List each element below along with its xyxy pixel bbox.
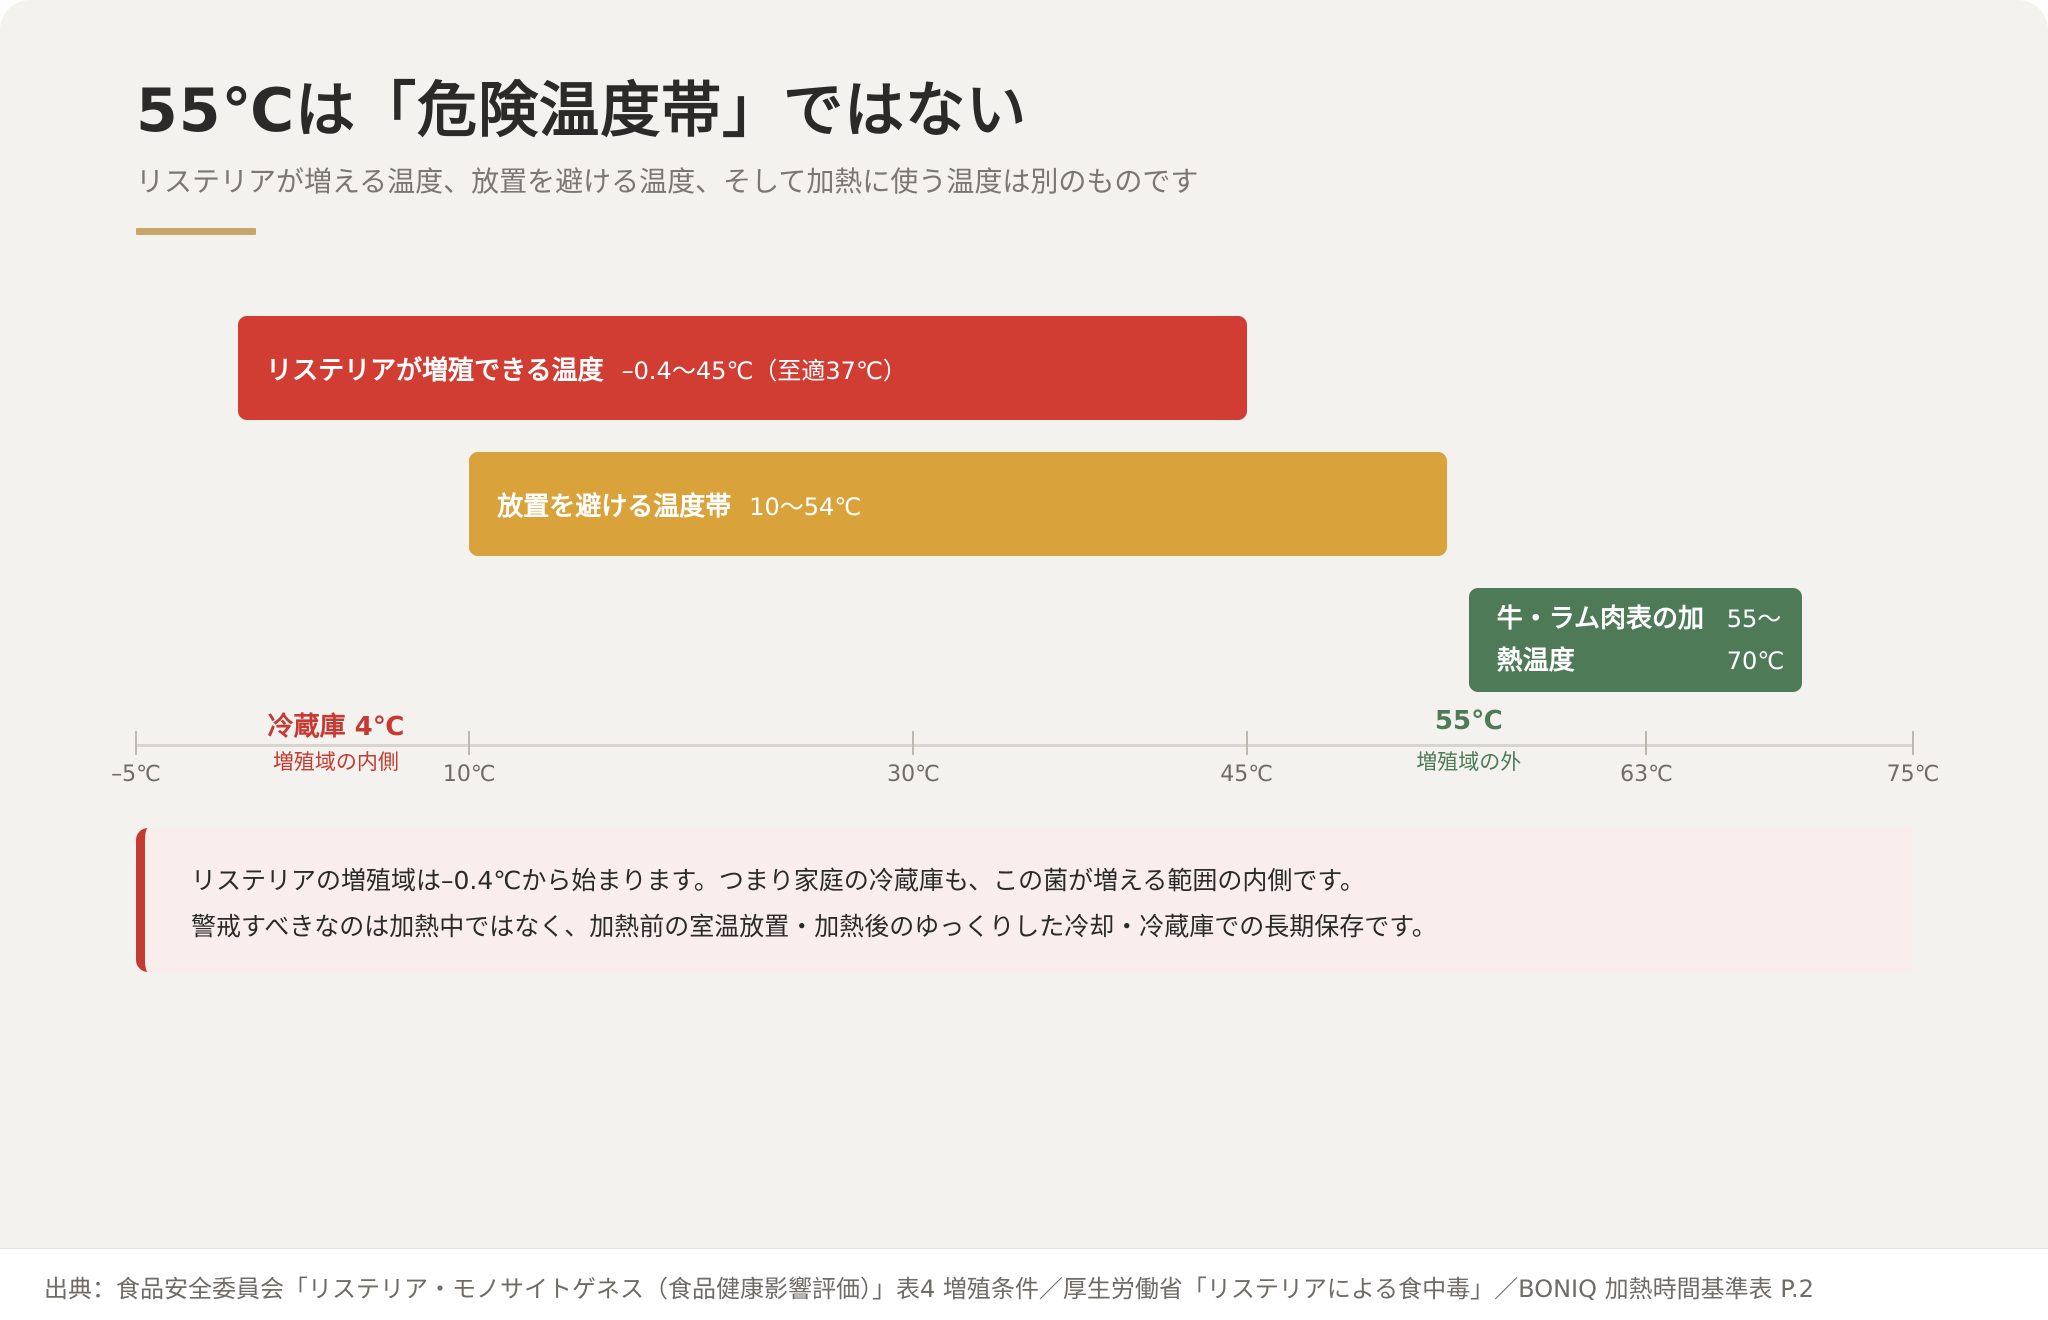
axis-tick [1645,731,1648,755]
footer: 出典：食品安全委員会「リステリア・モノサイトゲネス（食品健康影響評価）」表4 増… [0,1248,2048,1320]
axis-tick [468,731,471,755]
range-bar-label: リステリアが増殖できる温度 [266,355,604,386]
source-citation: 出典：食品安全委員会「リステリア・モノサイトゲネス（食品健康影響評価）」表4 増… [44,1275,1814,1303]
axis-tick-label: 30℃ [887,762,940,787]
range-bar-cooking-temp: 牛・ラム肉表の加熱温度 55〜70℃ [1468,588,1802,692]
range-bar-label: 放置を避ける温度帯 [497,491,732,522]
range-bar-value: 10〜54℃ [749,492,862,521]
axis-tick-label: –5℃ [111,762,161,787]
axis-tick-label: 10℃ [442,762,496,787]
range-bar-label: 牛・ラム肉表の加熱温度 [1496,604,1704,676]
fridge-marker-label: 冷蔵庫 4℃ [267,712,405,742]
note-line: リステリアの増殖域は–0.4℃から始まります。つまり家庭の冷蔵庫も、この菌が増え… [191,866,1365,895]
page-title: 55℃は「危険温度帯」ではない [136,76,1028,146]
axis-tick [135,731,137,755]
fridge-marker-note: 増殖域の内側 [272,750,399,774]
axis-tick [1912,731,1914,755]
axis-tick-label: 63℃ [1620,762,1673,787]
range-bar-listeria-growth: リステリアが増殖できる温度 –0.4〜45℃（至適37℃） [238,316,1247,420]
55c-marker-note: 増殖域の外 [1416,750,1522,774]
range-bar-value: –0.4〜45℃（至適37℃） [621,356,907,385]
callout-note: リステリアの増殖域は–0.4℃から始まります。つまり家庭の冷蔵庫も、この菌が増え… [136,828,1912,972]
55c-marker-label: 55℃ [1434,706,1503,736]
range-bar-value: 55〜70℃ [1726,605,1785,675]
infographic-card: 55℃は「危険温度帯」ではない リステリアが増える温度、放置を避ける温度、そして… [0,0,2048,1320]
page-subtitle: リステリアが増える温度、放置を避ける温度、そして加熱に使う温度は別のものです [136,165,1199,198]
axis-tick [1245,731,1248,755]
title-accent-rule [136,228,256,235]
axis-tick-label: 45℃ [1220,762,1273,787]
range-bar-avoid-leaving: 放置を避ける温度帯 10〜54℃ [469,452,1447,556]
note-line: 警戒すべきなのは加熱中ではなく、加熱前の室温放置・加熱後のゆっくりした冷却・冷蔵… [191,912,1437,941]
axis-tick [912,731,915,755]
axis-tick-label: 75℃ [1886,762,1940,787]
